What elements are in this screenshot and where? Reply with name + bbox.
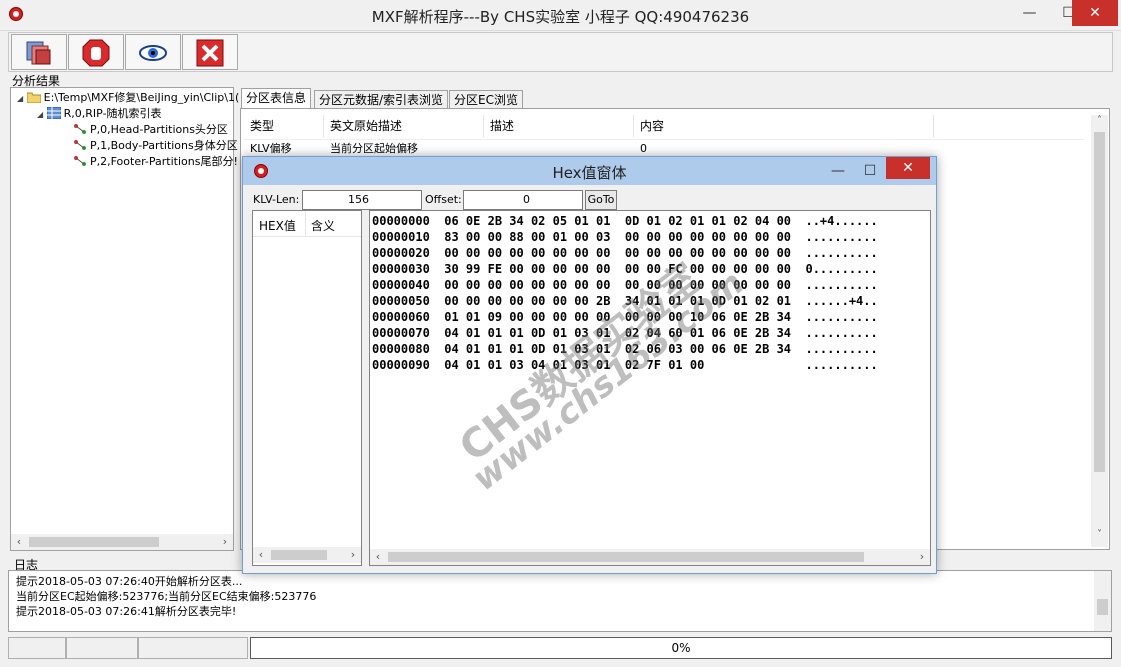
scroll-thumb[interactable] [271,550,327,560]
exit-button[interactable] [182,34,238,70]
grid-header-desc[interactable]: 描述 [484,115,634,137]
status-cell [66,637,138,659]
scroll-left-icon[interactable]: ‹ [370,549,386,565]
partition-icon [74,140,86,150]
hex-dialog-titlebar[interactable]: Hex值窗体 — ☐ ✕ [243,157,936,185]
tree-item-rip-label: R,0,RIP-随机索引表 [63,107,162,120]
hex-line: 00000030 30 99 FE 00 00 00 00 00 00 00 F… [372,262,878,276]
log-line: 当前分区EC起始偏移:523776;当前分区EC结束偏移:523776 [16,590,317,603]
hex-meaning-grid[interactable]: HEX值 含义 ‹ › [252,210,362,566]
cell-english: 当前分区起始偏移 [330,142,418,155]
scroll-left-icon[interactable]: ‹ [253,547,269,563]
cell-content: 0 [640,142,647,155]
tab-partition-table[interactable]: 分区表信息 [241,88,312,110]
cell-type: KLV偏移 [250,142,292,155]
hex-line: 00000000 06 0E 2B 34 02 05 01 01 0D 01 0… [372,214,878,228]
stop-icon [82,39,110,67]
grid-header-content[interactable]: 内容 [634,115,934,137]
log-vscrollbar[interactable] [1094,571,1111,631]
tree-root-label: E:\Temp\MXF修复\BeiJing_yin\Clip\1( [43,91,240,104]
scroll-left-icon[interactable]: ‹ [11,534,27,550]
hex-dialog[interactable]: Hex值窗体 — ☐ ✕ KLV-Len: 156 Offset: 0 GoTo… [242,156,937,574]
scroll-down-icon[interactable]: ˅ [1091,529,1108,540]
view-eye-icon [139,45,167,61]
folder-icon [26,92,41,103]
tab-ec-browse[interactable]: 分区EC浏览 [449,90,523,110]
hex-left-hscrollbar[interactable]: ‹ › [253,547,361,563]
hex-left-header: HEX值 含义 [253,211,361,237]
open-button[interactable] [11,34,67,70]
goto-button[interactable]: GoTo [585,190,617,210]
hex-value-header[interactable]: HEX值 [259,217,296,234]
dialog-close-button[interactable]: ✕ [886,157,930,179]
offset-label: Offset: [425,193,462,206]
tree-root[interactable]: ◢ E:\Temp\MXF修复\BeiJing_yin\Clip\1( [17,91,239,106]
progress-bar: 0% [250,637,1112,659]
tree-item-rip[interactable]: ◢ R,0,RIP-随机索引表 [37,107,162,122]
scroll-right-icon[interactable]: › [345,547,361,563]
dialog-minimize-button[interactable]: — [823,157,853,185]
tree-item-partition-label: P,2,Footer-Partitions尾部分! [90,155,238,168]
scroll-thumb[interactable] [29,537,159,547]
tree-hscrollbar[interactable]: ‹ › [11,534,233,550]
grid-header-type[interactable]: 类型 [244,115,324,137]
grid-vscrollbar[interactable]: ˄ ˅ [1091,115,1108,547]
status-cell [8,637,66,659]
hex-line: 00000010 83 00 00 88 00 01 00 03 00 00 0… [372,230,878,244]
hex-line: 00000020 00 00 00 00 00 00 00 00 00 00 0… [372,246,878,260]
title-bar: MXF解析程序---By CHS实验室 小程子 QQ:490476236 — ☐… [0,0,1121,31]
log-panel[interactable]: 提示2018-05-03 07:26:40开始解析分区表... 当前分区EC起始… [8,570,1112,632]
column-divider [305,211,306,237]
log-line: 提示2018-05-03 07:26:40开始解析分区表... [16,575,243,588]
scroll-right-icon[interactable]: › [217,534,233,550]
close-button[interactable]: ✕ [1072,0,1118,26]
tree-item-partition[interactable]: P,0,Head-Partitions头分区 [73,123,228,137]
tree-panel[interactable]: ◢ E:\Temp\MXF修复\BeiJing_yin\Clip\1( ◢ R,… [10,87,239,551]
toolbar [8,32,1113,72]
partition-icon [74,156,86,166]
dialog-maximize-button[interactable]: ☐ [855,157,885,185]
hex-hscrollbar[interactable]: ‹ › [370,549,930,565]
scroll-thumb[interactable] [388,552,864,562]
tree-item-partition-label: P,1,Body-Partitions身体分区 [90,139,238,152]
tree-item-partition-label: P,0,Head-Partitions头分区 [90,123,228,136]
view-button[interactable] [125,34,181,70]
grid-header-english[interactable]: 英文原始描述 [324,115,484,137]
table-row[interactable]: KLV偏移 当前分区起始偏移 0 [244,139,1084,156]
klv-len-field[interactable]: 156 [302,190,422,210]
scroll-up-icon[interactable]: ˄ [1091,115,1108,126]
scroll-thumb[interactable] [1097,599,1108,615]
offset-field[interactable]: 0 [463,190,583,210]
partition-icon [74,124,86,134]
scroll-thumb[interactable] [1094,132,1105,472]
progress-text: 0% [671,641,691,655]
tree-item-partition[interactable]: P,1,Body-Partitions身体分区 [73,139,238,153]
status-cell [138,637,248,659]
klv-len-label: KLV-Len: [253,193,300,206]
window-title: MXF解析程序---By CHS实验室 小程子 QQ:490476236 [371,8,750,26]
meaning-header[interactable]: 含义 [311,217,335,234]
scroll-right-icon[interactable]: › [914,549,930,565]
stop-button[interactable] [68,34,124,70]
tree-item-partition[interactable]: P,2,Footer-Partitions尾部分! [73,155,238,169]
tab-metadata-index[interactable]: 分区元数据/索引表浏览 [314,90,449,110]
log-line: 提示2018-05-03 07:26:41解析分区表完毕! [16,605,237,618]
close-red-x-icon [196,39,224,67]
open-files-icon [26,41,51,65]
table-icon [46,107,61,119]
hex-dump-view[interactable]: 00000000 06 0E 2B 34 02 05 01 01 0D 01 0… [369,210,931,566]
